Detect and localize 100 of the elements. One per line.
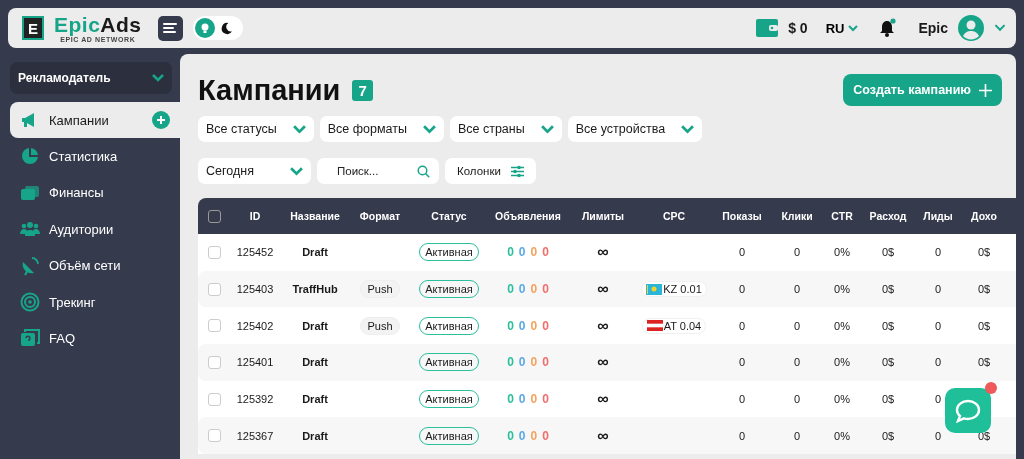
table-cell: 0 bbox=[738, 393, 746, 406]
menu-button[interactable] bbox=[157, 15, 183, 41]
caret-icon[interactable] bbox=[994, 24, 1006, 32]
ad-count: 0 bbox=[530, 428, 538, 443]
checkbox[interactable] bbox=[207, 429, 221, 443]
theme-toggle[interactable] bbox=[192, 16, 243, 40]
column-header: Клики bbox=[781, 210, 813, 222]
caret-icon bbox=[422, 124, 436, 134]
column-header: Формат bbox=[359, 210, 401, 222]
table-cell: 0 bbox=[934, 393, 942, 406]
table-cell: 0 bbox=[738, 283, 746, 296]
caret-icon bbox=[152, 74, 164, 82]
table-cell: 125403 bbox=[236, 283, 274, 296]
table-cell: 0$ bbox=[881, 319, 895, 332]
search-icon bbox=[417, 165, 430, 178]
ad-count: 0 bbox=[507, 318, 514, 333]
column-header: Расход bbox=[869, 210, 907, 222]
checkbox[interactable] bbox=[207, 282, 221, 296]
sidebar-item[interactable]: Финансы bbox=[0, 174, 180, 211]
table-cell: 0$ bbox=[977, 246, 991, 259]
table-cell: 0 bbox=[934, 429, 942, 442]
sidebar-item[interactable]: FAQ bbox=[0, 320, 180, 357]
column-header: Лиды bbox=[923, 210, 953, 222]
table-cell: 0 bbox=[934, 246, 942, 259]
table-cell: 125402 bbox=[236, 319, 274, 332]
caret-icon bbox=[848, 24, 859, 32]
sidebar-item[interactable]: Статистика bbox=[0, 138, 180, 175]
plus-icon bbox=[979, 83, 992, 97]
table-cell: 125452 bbox=[236, 246, 274, 259]
table-cell: 0$ bbox=[977, 429, 991, 442]
ad-count: 0 bbox=[507, 428, 514, 443]
table-cell: 0% bbox=[834, 393, 850, 406]
limit-value: ∞ bbox=[597, 243, 609, 262]
caret-icon bbox=[292, 124, 306, 134]
column-header: Название bbox=[290, 210, 340, 222]
logo-icon: E bbox=[22, 16, 44, 40]
table-cell: 125401 bbox=[236, 356, 274, 369]
table-cell: TraffHub bbox=[292, 283, 338, 296]
table-cell: 125367 bbox=[236, 429, 274, 442]
search-field[interactable]: Поиск... bbox=[317, 158, 439, 184]
sidebar-item[interactable]: Объём сети bbox=[0, 247, 180, 284]
ad-count: 0 bbox=[518, 282, 526, 297]
user-name[interactable]: Epic bbox=[918, 20, 948, 36]
table-cell: 0 bbox=[738, 319, 746, 332]
checkbox[interactable] bbox=[207, 319, 221, 333]
balance-amount: $ 0 bbox=[788, 20, 808, 36]
table-cell: Draft bbox=[302, 356, 328, 369]
checkbox[interactable] bbox=[207, 392, 221, 406]
limit-value: ∞ bbox=[597, 426, 609, 445]
column-header: Показы bbox=[722, 210, 762, 222]
limit-value: ∞ bbox=[597, 316, 609, 335]
sidebar-item[interactable]: Кампании bbox=[10, 102, 180, 138]
ad-count: 0 bbox=[542, 282, 549, 297]
table-cell: 0 bbox=[793, 319, 801, 332]
table-cell: 0% bbox=[834, 356, 850, 369]
avatar-icon[interactable] bbox=[958, 15, 984, 41]
cpc-tag: AT 0.04 bbox=[641, 317, 707, 334]
checkbox[interactable] bbox=[207, 209, 221, 223]
table-cell: Draft bbox=[302, 319, 328, 332]
caret-icon bbox=[540, 124, 554, 134]
table-cell: 0% bbox=[834, 429, 850, 442]
ad-count: 0 bbox=[518, 245, 526, 260]
role-selector[interactable]: Рекламодатель bbox=[10, 62, 172, 94]
table-cell: 125392 bbox=[236, 393, 274, 406]
cpc-tag: KZ 0.01 bbox=[641, 281, 707, 298]
checkbox[interactable] bbox=[207, 245, 221, 259]
chat-button[interactable] bbox=[945, 388, 991, 433]
checkbox[interactable] bbox=[207, 355, 221, 369]
limit-value: ∞ bbox=[597, 353, 609, 372]
sidebar-item[interactable]: Трекинг bbox=[0, 284, 180, 321]
table-cell: 0 bbox=[793, 283, 801, 296]
page-title: Кампании bbox=[198, 73, 341, 107]
ad-count: 0 bbox=[518, 428, 526, 443]
filter-dropdown[interactable]: Все устройства bbox=[567, 116, 703, 142]
flag-icon bbox=[646, 320, 663, 332]
period-dropdown[interactable]: Сегодня bbox=[198, 158, 311, 184]
table-cell: Draft bbox=[302, 246, 328, 259]
caret-icon bbox=[681, 124, 695, 134]
moon-icon bbox=[220, 21, 234, 35]
columns-button[interactable]: Колонки bbox=[445, 158, 536, 184]
language-selector[interactable]: RU bbox=[825, 20, 859, 36]
ad-count: 0 bbox=[507, 282, 514, 297]
add-icon[interactable] bbox=[152, 111, 170, 129]
flag-icon bbox=[646, 283, 663, 295]
table-cell: 0% bbox=[834, 283, 850, 296]
filter-dropdown[interactable]: Все страны bbox=[449, 116, 562, 142]
table-cell: 0$ bbox=[977, 356, 991, 369]
column-header: ID bbox=[249, 210, 261, 222]
ad-count: 0 bbox=[542, 428, 549, 443]
ad-count: 0 bbox=[542, 245, 549, 260]
table-cell: 0$ bbox=[977, 283, 991, 296]
table-cell: 0 bbox=[934, 319, 942, 332]
table-cell: 0 bbox=[738, 429, 746, 442]
ad-count: 0 bbox=[518, 355, 526, 370]
filter-dropdown[interactable]: Все форматы bbox=[319, 116, 444, 142]
sidebar-item[interactable]: Аудитории bbox=[0, 211, 180, 248]
faq-icon bbox=[20, 328, 40, 349]
filter-dropdown[interactable]: Все статусы bbox=[198, 116, 314, 142]
table-cell: 0$ bbox=[881, 356, 895, 369]
bell-icon[interactable] bbox=[878, 18, 899, 38]
